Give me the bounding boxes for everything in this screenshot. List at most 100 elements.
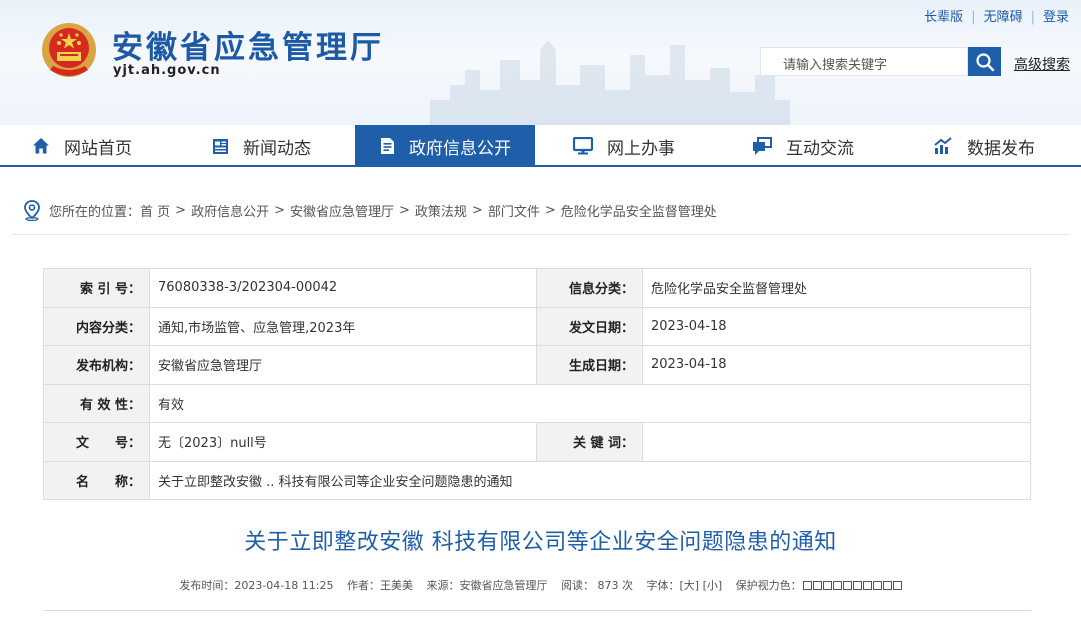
topic-value: 通知,市场监管、应急管理,2023年 <box>149 306 537 346</box>
issue-date-value: 2023-04-18 <box>642 306 1031 346</box>
publish-time: 发布时间：2023-04-18 11:25 <box>179 579 334 592</box>
doc-number-label: 文 号： <box>43 422 150 462</box>
chat-icon <box>753 137 772 155</box>
main-nav: 网站首页 新闻动态 政府信息公开 网上办事 互动交流 数据发布 <box>0 125 1081 167</box>
document-icon <box>381 138 394 154</box>
nav-item-label: 网上办事 <box>607 138 675 159</box>
eye-care-swatch[interactable] <box>842 581 852 590</box>
search-input[interactable]: 请输入搜索关键字 <box>760 47 968 76</box>
topic-label: 内容分类： <box>43 306 150 346</box>
divider <box>12 234 1070 235</box>
nav-item-label: 互动交流 <box>786 138 854 159</box>
nav-item-label: 网站首页 <box>64 138 132 159</box>
location-pin-icon <box>24 200 40 221</box>
publisher-label: 发布机构： <box>43 345 150 385</box>
eye-care-swatch[interactable] <box>802 581 812 590</box>
nav-item-data-release[interactable]: 数据发布 <box>933 125 1073 167</box>
font-small-button[interactable]: [小] <box>703 579 723 592</box>
accessibility-link[interactable]: 无障碍 <box>984 10 1023 25</box>
elder-version-link[interactable]: 长辈版 <box>924 10 963 25</box>
nav-item-label: 数据发布 <box>967 138 1035 159</box>
eye-care-swatch[interactable] <box>872 581 882 590</box>
eye-care-swatch[interactable] <box>882 581 892 590</box>
font-large-button[interactable]: [大] <box>679 579 699 592</box>
created-date-value: 2023-04-18 <box>642 345 1031 385</box>
eye-care-swatch[interactable] <box>822 581 832 590</box>
breadcrumb-separator: > <box>175 202 187 218</box>
doc-name-label: 名 称： <box>43 460 150 500</box>
category-value: 危险化学品安全监督管理处 <box>642 268 1031 308</box>
breadcrumb-separator: > <box>274 202 285 218</box>
reads-label: 阅读： <box>560 579 594 592</box>
nav-item-gov-info[interactable]: 政府信息公开 <box>355 125 535 167</box>
advanced-search-link[interactable]: 高级搜索 <box>1014 54 1070 74</box>
breadcrumb-department[interactable]: 安徽省应急管理厅 <box>290 201 394 220</box>
news-icon <box>213 138 228 154</box>
site-domain: yjt.ah.gov.cn <box>113 63 221 78</box>
source: 来源：安徽省应急管理厅 <box>426 579 548 592</box>
nav-item-label: 政府信息公开 <box>409 138 511 159</box>
separator: | <box>971 10 976 25</box>
article-info: 发布时间：2023-04-18 11:25 作者：王美美 来源：安徽省应急管理厅… <box>0 577 1081 593</box>
breadcrumb-prefix: 您所在的位置： <box>49 204 141 220</box>
separator: | <box>1030 10 1035 25</box>
nav-item-interaction[interactable]: 互动交流 <box>752 125 892 167</box>
eye-care-swatch[interactable] <box>812 581 822 590</box>
table-row: 有 效 性： 有效 <box>43 383 1031 423</box>
nav-item-news[interactable]: 新闻动态 <box>212 125 352 167</box>
doc-number-value: 无〔2023〕null号 <box>149 422 537 462</box>
validity-label: 有 效 性： <box>43 383 150 423</box>
table-row: 发布机构： 安徽省应急管理厅 生成日期： 2023-04-18 <box>43 345 1031 385</box>
doc-name-value: 关于立即整改安徽 .. 科技有限公司等企业安全问题隐患的通知 <box>149 460 1031 500</box>
category-label: 信息分类： <box>536 268 643 308</box>
breadcrumb-policy[interactable]: 政策法规 <box>415 201 467 220</box>
document-meta-table: 索 引 号： 76080338-3/202304-00042 信息分类： 危险化… <box>43 268 1031 500</box>
breadcrumb-separator: > <box>471 202 483 218</box>
eye-care-swatch[interactable] <box>862 581 872 590</box>
eye-care-label: 保护视力色： <box>735 579 802 592</box>
table-row: 内容分类： 通知,市场监管、应急管理,2023年 发文日期： 2023-04-1… <box>43 306 1031 346</box>
reads-count: 873 <box>597 579 619 592</box>
nav-item-online-service[interactable]: 网上办事 <box>573 125 713 167</box>
author: 作者：王美美 <box>346 579 413 592</box>
created-date-label: 生成日期： <box>536 345 643 385</box>
breadcrumb: 您所在的位置： 首 页 > 政府信息公开 > 安徽省应急管理厅 > 政策法规 >… <box>22 199 717 221</box>
home-icon <box>33 138 49 154</box>
eye-care-swatches <box>802 579 902 592</box>
index-label: 索 引 号： <box>43 268 150 308</box>
monitor-icon <box>573 137 593 155</box>
search-button[interactable] <box>968 47 1001 76</box>
breadcrumb-gov-info[interactable]: 政府信息公开 <box>191 201 269 220</box>
eye-care-swatch[interactable] <box>892 581 902 590</box>
divider <box>43 610 1031 611</box>
skyline-decoration <box>430 40 790 125</box>
site-header: 安徽省应急管理厅 yjt.ah.gov.cn 长辈版 | 无障碍 | 登录 请输入搜索关… <box>0 0 1081 125</box>
validity-value: 有效 <box>149 383 1031 423</box>
table-row: 文 号： 无〔2023〕null号 关 键 词： <box>43 422 1031 462</box>
index-value: 76080338-3/202304-00042 <box>149 268 537 308</box>
publisher-value: 安徽省应急管理厅 <box>149 345 537 385</box>
site-title: 安徽省应急管理厅 <box>112 30 384 66</box>
top-links: 长辈版 | 无障碍 | 登录 <box>924 6 1069 25</box>
issue-date-label: 发文日期： <box>536 306 643 346</box>
eye-care-swatch[interactable] <box>832 581 842 590</box>
login-link[interactable]: 登录 <box>1043 10 1069 25</box>
font-size-label: 字体： <box>646 579 680 592</box>
breadcrumb-separator: > <box>544 202 556 218</box>
search-icon <box>975 52 994 71</box>
breadcrumb-dept-docs[interactable]: 部门文件 <box>488 201 540 220</box>
breadcrumb-current[interactable]: 危险化学品安全监督管理处 <box>561 201 717 220</box>
chart-icon <box>934 137 952 154</box>
reads-unit: 次 <box>621 579 633 592</box>
article-title: 关于立即整改安徽 科技有限公司等企业安全问题隐患的通知 <box>244 530 837 555</box>
keywords-value <box>642 422 1031 462</box>
nav-item-label: 新闻动态 <box>243 138 311 159</box>
table-row: 名 称： 关于立即整改安徽 .. 科技有限公司等企业安全问题隐患的通知 <box>43 460 1031 500</box>
breadcrumb-home[interactable]: 首 页 <box>140 201 170 220</box>
breadcrumb-separator: > <box>399 202 410 218</box>
table-row: 索 引 号： 76080338-3/202304-00042 信息分类： 危险化… <box>43 268 1031 308</box>
keywords-label: 关 键 词： <box>536 422 643 462</box>
national-emblem-logo <box>42 23 96 77</box>
nav-item-home[interactable]: 网站首页 <box>32 125 182 167</box>
eye-care-swatch[interactable] <box>852 581 862 590</box>
